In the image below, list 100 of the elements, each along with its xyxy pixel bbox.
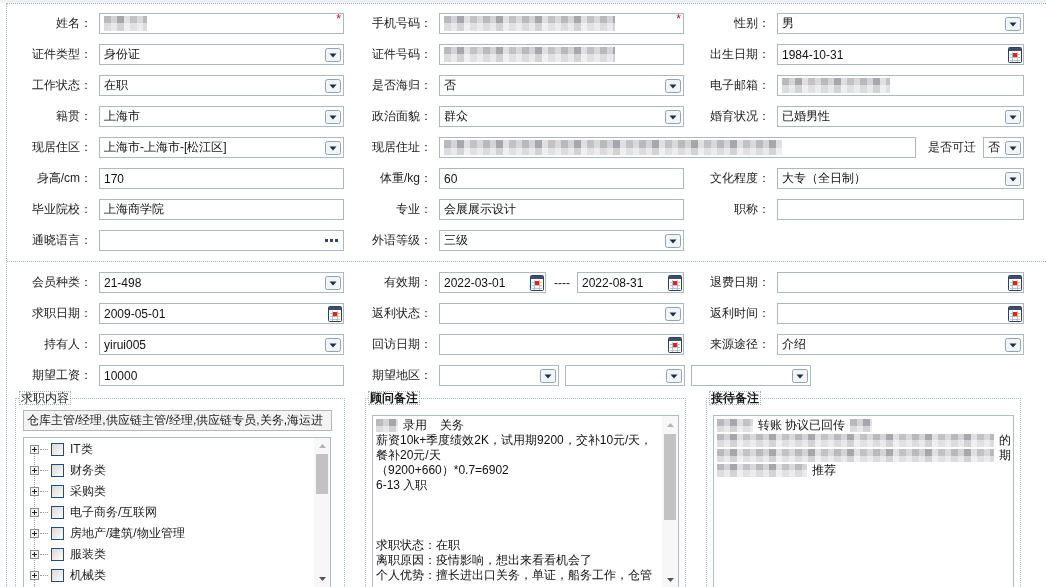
scrollbar-thumb[interactable] <box>664 434 676 520</box>
select-field[interactable]: 否 <box>439 75 684 96</box>
tree-item-label[interactable]: 服装类 <box>70 546 106 563</box>
select-field[interactable]: 群众 <box>439 106 684 127</box>
text-field[interactable] <box>777 75 1024 96</box>
select-field[interactable]: 已婚男性 <box>777 106 1024 127</box>
plus-icon[interactable] <box>30 571 39 580</box>
calendar-icon[interactable] <box>1008 274 1022 291</box>
picker-field[interactable] <box>99 230 344 251</box>
checkbox[interactable] <box>51 464 64 477</box>
calendar-icon[interactable] <box>668 336 682 353</box>
field-label: 政治面貌： <box>372 109 432 123</box>
field-label: 求职日期： <box>32 306 92 320</box>
checkbox[interactable] <box>51 527 64 540</box>
tree-item-label[interactable]: 电子商务/互联网 <box>70 504 158 521</box>
note-text: 个人优势：擅长进出口关务，单证，船务工作，仓管 <box>376 567 652 584</box>
text-field[interactable]: * <box>99 13 344 34</box>
plus-icon[interactable] <box>30 487 39 496</box>
text-field[interactable]: 会展展示设计 <box>439 199 684 220</box>
date-field[interactable] <box>777 272 1024 293</box>
select-field[interactable]: 在职 <box>99 75 344 96</box>
calendar-icon[interactable] <box>530 274 544 291</box>
select-field[interactable] <box>439 303 684 324</box>
text-field[interactable]: 10000 <box>99 365 344 386</box>
date-field[interactable]: 2022-03-01 <box>439 272 546 293</box>
tree-connector <box>40 512 48 513</box>
select-field[interactable]: 三级 <box>439 230 684 251</box>
field-label: 退费日期： <box>710 275 770 289</box>
text-field[interactable]: 上海商学院 <box>99 199 344 220</box>
calendar-icon[interactable] <box>1008 46 1022 63</box>
plus-icon[interactable] <box>30 529 39 538</box>
note-text: 求职状态：在职 <box>376 537 460 554</box>
checkbox[interactable] <box>51 443 64 456</box>
plus-icon[interactable] <box>30 550 39 559</box>
note-text: 期 <box>999 447 1011 464</box>
field-label: 回访日期： <box>372 337 432 351</box>
text-field[interactable]: 仓库主管/经理,供应链主管/经理,供应链专员,关务,海运进 <box>23 410 332 431</box>
field-label: 性别： <box>734 16 770 30</box>
redaction-block <box>376 419 398 432</box>
field-label: 返利时间： <box>710 306 770 320</box>
select-field[interactable]: 大专（全日制） <box>777 168 1024 189</box>
calendar-icon[interactable] <box>328 305 342 322</box>
text-field[interactable]: * <box>439 13 684 34</box>
select-field[interactable]: 介绍 <box>777 334 1024 355</box>
field-label: 是否可迁 <box>928 139 976 156</box>
plus-icon[interactable] <box>30 445 39 454</box>
notes-textarea[interactable]: 录用 关务 薪资10k+季度绩效2K，试用期9200，交补10元/天， 餐补20元/天 （9200+660）*0.7=6902 6-13 入职 求职状态：在职 离职原因：疫情影响，想出来看看机会了 个人优势：擅长进出口关务，单证，船务工作，仓管 <box>372 415 679 587</box>
tree-item-label[interactable]: 机械类 <box>70 567 106 584</box>
tree-item-label[interactable]: 财务类 <box>70 462 106 479</box>
plus-icon[interactable] <box>30 508 39 517</box>
scrollbar[interactable] <box>314 438 330 587</box>
field-label: 籍贯： <box>56 109 92 123</box>
calendar-icon[interactable] <box>1008 305 1022 322</box>
select-field[interactable]: 身份证 <box>99 44 344 65</box>
checkbox[interactable] <box>51 548 64 561</box>
text-field[interactable]: 170 <box>99 168 344 189</box>
select-field[interactable] <box>691 365 811 386</box>
date-field[interactable] <box>777 303 1024 324</box>
panel-legend: 求职内容 <box>19 391 71 405</box>
calendar-icon[interactable] <box>668 274 682 291</box>
note-text: 推荐 <box>812 462 836 479</box>
scroll-down-icon[interactable] <box>666 578 674 582</box>
panel-legend: 接待备注 <box>709 391 761 405</box>
scrollbar-thumb[interactable] <box>316 454 328 494</box>
field-label: 通晓语言： <box>32 233 92 247</box>
tree-item-label[interactable]: 采购类 <box>70 483 106 500</box>
select-field[interactable]: 上海市-上海市-[松江区] <box>99 137 344 158</box>
field-label: 姓名： <box>56 16 92 30</box>
select-field[interactable]: 21-498 <box>99 272 344 293</box>
note-text: 薪资10k+季度绩效2K，试用期9200，交补10元/天， <box>376 432 653 449</box>
date-field[interactable] <box>439 334 684 355</box>
notes-textarea[interactable]: 转账 协议已回传 的 期 推荐 <box>713 415 1014 587</box>
checkbox[interactable] <box>51 569 64 582</box>
plus-icon[interactable] <box>30 466 39 475</box>
checkbox[interactable] <box>51 506 64 519</box>
text-field[interactable] <box>439 44 684 65</box>
text-field[interactable]: 60 <box>439 168 684 189</box>
tree-item-label[interactable]: 房地产/建筑/物业管理 <box>70 525 185 542</box>
text-field[interactable] <box>439 137 916 158</box>
field-label: 专业： <box>396 202 432 216</box>
note-text: 6-13 入职 <box>376 477 428 494</box>
select-field[interactable] <box>565 365 685 386</box>
select-field[interactable]: 男 <box>777 13 1024 34</box>
field-label: 来源途径： <box>710 337 770 351</box>
tree-connector <box>40 533 48 534</box>
select-field[interactable]: 上海市 <box>99 106 344 127</box>
tree-item-label[interactable]: IT类 <box>70 441 93 458</box>
ellipsis-icon[interactable] <box>325 239 338 242</box>
select-field[interactable] <box>439 365 559 386</box>
text-field[interactable] <box>777 199 1024 220</box>
scrollbar[interactable] <box>662 416 678 587</box>
date-field[interactable]: 2009-05-01 <box>99 303 344 324</box>
select-field[interactable]: 否 <box>983 137 1024 158</box>
select-field[interactable]: yirui005 <box>99 334 344 355</box>
checkbox[interactable] <box>51 485 64 498</box>
date-field[interactable]: 1984-10-31 <box>777 44 1024 65</box>
scroll-down-icon[interactable] <box>318 577 326 581</box>
note-text: 转账 协议已回传 <box>758 417 846 434</box>
field-label: 身高/cm： <box>36 171 92 185</box>
date-field[interactable]: 2022-08-31 <box>577 272 684 293</box>
